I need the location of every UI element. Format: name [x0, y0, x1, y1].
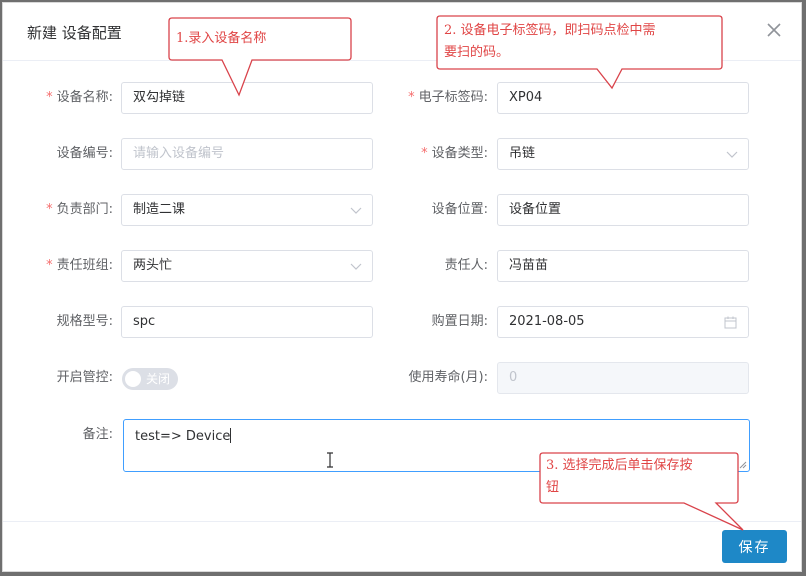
callout-shapes: [168, 15, 744, 531]
callout-3-line2: 钮: [546, 480, 560, 495]
callout-3-line1: 3. 选择完成后单击保存按: [546, 458, 693, 473]
callout-2-line2: 要扫的码。: [444, 45, 510, 60]
callout-2-line1: 2. 设备电子标签码，即扫码点检中需: [444, 23, 656, 38]
callout-1-text: 1.录入设备名称: [176, 31, 267, 46]
